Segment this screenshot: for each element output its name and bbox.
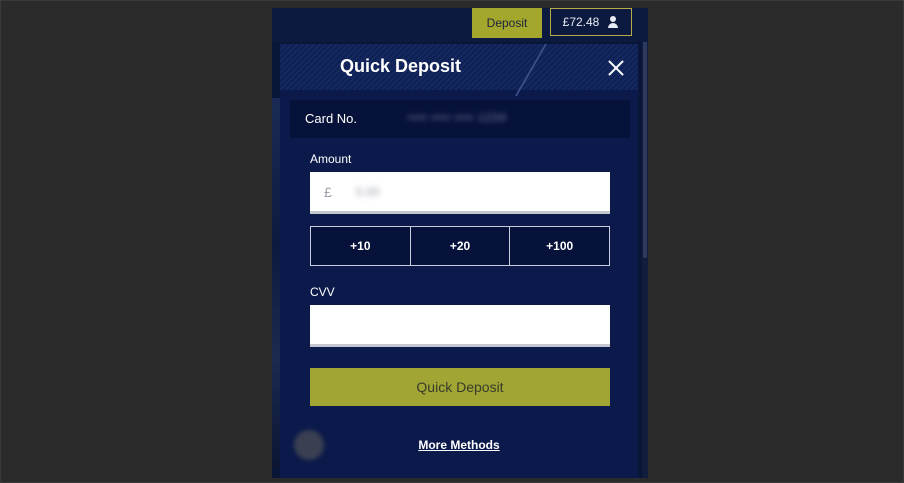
app-window: Deposit £72.48 Quick Deposit Card No. ••… — [272, 8, 648, 478]
scrollbar-thumb[interactable] — [643, 18, 647, 258]
balance-amount: £72.48 — [562, 15, 600, 29]
top-bar: Deposit £72.48 — [272, 8, 648, 42]
card-number-row: Card No. •••• •••• •••• 1234 — [290, 100, 630, 138]
add-100-button[interactable]: +100 — [510, 226, 611, 266]
quick-deposit-button[interactable]: Quick Deposit — [310, 368, 610, 406]
quick-deposit-panel: Quick Deposit Card No. •••• •••• •••• 12… — [280, 44, 638, 478]
amount-value: 5.00 — [356, 185, 380, 199]
panel-title: Quick Deposit — [340, 56, 462, 76]
card-number-label: Card No. — [305, 111, 358, 126]
close-icon[interactable] — [606, 58, 626, 78]
amount-input[interactable]: £ 5.00 — [310, 172, 610, 214]
balance-button[interactable]: £72.48 — [550, 8, 632, 36]
amount-label: Amount — [310, 152, 352, 166]
panel-header: Quick Deposit — [280, 44, 638, 96]
add-20-button[interactable]: +20 — [410, 226, 511, 266]
scrollbar-track[interactable] — [642, 8, 648, 478]
card-number-value: •••• •••• •••• 1234 — [408, 112, 507, 124]
cvv-label: CVV — [310, 285, 335, 299]
header-deposit-button[interactable]: Deposit — [472, 8, 542, 38]
user-icon — [607, 16, 619, 28]
add-10-button[interactable]: +10 — [310, 226, 411, 266]
more-methods-link[interactable]: More Methods — [280, 438, 638, 452]
quick-amount-buttons: +10 +20 +100 — [310, 226, 611, 266]
cvv-input[interactable] — [310, 305, 610, 347]
currency-symbol: £ — [324, 184, 332, 200]
header-diagonal-divider — [514, 44, 547, 96]
